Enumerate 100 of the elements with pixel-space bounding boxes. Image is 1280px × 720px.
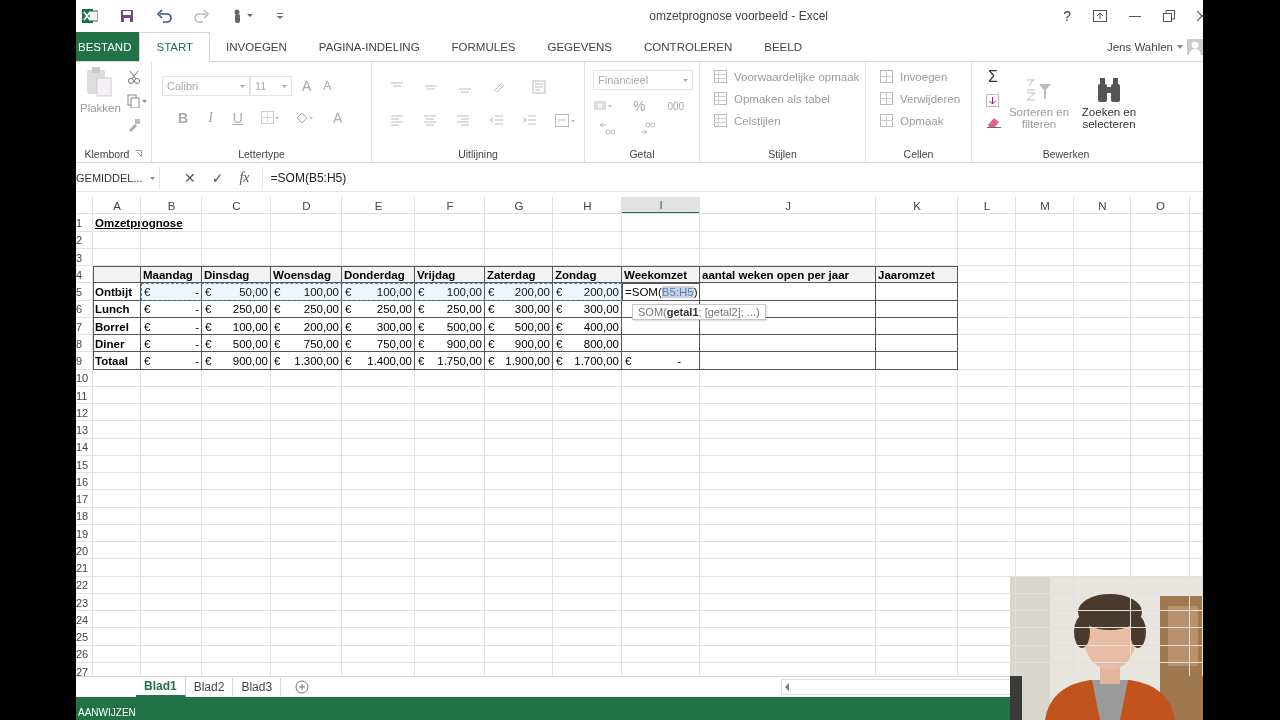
ribbon-tab[interactable]: PAGINA-INDELING (302, 31, 436, 62)
formula-field[interactable]: =SOM(B5:H5) (262, 171, 347, 186)
row-number[interactable]: 24 (76, 611, 93, 629)
row-number[interactable]: 10 (76, 369, 93, 387)
touch-mode-icon[interactable] (232, 7, 254, 24)
close-icon[interactable] (1197, 9, 1203, 22)
increase-indent-icon[interactable] (522, 115, 536, 128)
sheet-tab[interactable]: Blad3 (233, 678, 282, 697)
row-number[interactable]: 26 (76, 645, 93, 663)
row-number[interactable]: 3 (76, 248, 93, 267)
redo-icon[interactable] (194, 8, 210, 23)
add-sheet-icon[interactable] (295, 680, 310, 695)
cell-value: 750,00 (376, 337, 412, 350)
autosum-button[interactable]: Σ (986, 68, 1000, 87)
cell-value: 400,00 (583, 320, 619, 333)
row-number[interactable]: 5 (76, 283, 93, 301)
group-label: Bewerken (1042, 147, 1090, 160)
ribbon-tab[interactable]: GEGEVENS (531, 31, 629, 62)
row-number[interactable]: 27 (76, 662, 93, 677)
row-number[interactable]: 2 (76, 231, 93, 249)
cell-value: 1.400,00 (367, 355, 412, 367)
currency-symbol: € (144, 320, 151, 333)
cell-value: 250,00 (446, 303, 482, 316)
row-number[interactable]: 12 (76, 404, 93, 422)
currency-symbol: € (345, 337, 352, 350)
sheet-tab[interactable]: Blad2 (185, 678, 234, 697)
currency-symbol: € (418, 286, 425, 298)
row-label: Lunch (94, 302, 131, 318)
row-number[interactable]: 25 (76, 628, 93, 646)
currency-symbol: € (274, 286, 281, 298)
row-number[interactable]: 4 (76, 266, 93, 284)
user-name[interactable]: Jens Wahlen (1106, 40, 1173, 53)
row-number[interactable]: 16 (76, 473, 93, 491)
row-number[interactable]: 17 (76, 490, 93, 508)
row-number[interactable]: 6 (76, 300, 93, 318)
cancel-button[interactable]: ✕ (184, 170, 196, 187)
cells-icon (880, 70, 894, 85)
eraser-icon[interactable] (986, 116, 1002, 129)
cell-value: 900,00 (514, 337, 550, 350)
ribbon-display-icon[interactable] (1093, 9, 1107, 22)
row-number[interactable]: 21 (76, 559, 93, 577)
row-number[interactable]: 22 (76, 576, 93, 594)
wrap-text-icon[interactable] (532, 80, 548, 95)
align-right-icon[interactable] (456, 115, 470, 128)
fill-down-icon[interactable] (986, 94, 1000, 109)
row-number[interactable]: 23 (76, 593, 93, 612)
row-label: Ontbijt (94, 285, 134, 300)
row-number[interactable]: 8 (76, 335, 93, 353)
align-left-icon[interactable] (390, 115, 404, 128)
cell-value: 1.900,00 (505, 355, 550, 367)
currency-symbol: € (205, 337, 212, 350)
row-number[interactable]: 19 (76, 524, 93, 543)
name-box[interactable]: GEMIDDEL... (76, 167, 160, 190)
scissors-icon[interactable] (126, 70, 141, 85)
row-number[interactable]: 14 (76, 438, 93, 456)
ribbon-tab[interactable]: START (139, 31, 211, 63)
dropdown-caret-icon (282, 84, 287, 88)
restore-icon[interactable] (1163, 9, 1175, 22)
decrease-indent-icon[interactable] (489, 115, 503, 128)
row-number[interactable]: 9 (76, 352, 93, 370)
cell-editor[interactable]: =SOM(B5:H5) (622, 283, 700, 301)
cell-value: 500,00 (232, 337, 268, 350)
increase-decimal-icon[interactable] (599, 122, 615, 137)
undo-icon[interactable] (156, 8, 172, 23)
enter-button[interactable]: ✓ (211, 170, 224, 187)
row-number[interactable]: 13 (76, 421, 93, 439)
borders-icon[interactable] (260, 111, 279, 126)
row-number[interactable]: 7 (76, 317, 93, 336)
caret-icon[interactable] (1177, 44, 1183, 49)
row-number[interactable]: 11 (76, 386, 93, 405)
save-icon[interactable] (120, 8, 134, 23)
decrease-decimal-icon[interactable] (639, 122, 655, 137)
ribbon-tab[interactable]: BESTAND (76, 31, 140, 62)
align-center-icon[interactable] (423, 115, 437, 128)
row-number[interactable]: 20 (76, 542, 93, 560)
ribbon-tab[interactable]: FORMULES (435, 31, 532, 62)
row-number[interactable]: 18 (76, 507, 93, 525)
currency-symbol: € (488, 303, 495, 316)
currency-symbol: € (418, 303, 425, 316)
fill-color-icon[interactable] (294, 111, 315, 126)
customize-caret-icon[interactable] (276, 11, 284, 20)
merge-cells-icon[interactable] (555, 114, 575, 129)
group-label: Uitlijning (458, 147, 498, 160)
sheet-tab[interactable]: Blad1 (136, 677, 186, 698)
row-number[interactable]: 1 (76, 214, 93, 232)
dialog-launcher-icon[interactable] (135, 150, 143, 158)
currency-symbol: € (556, 320, 563, 333)
row-number[interactable]: 15 (76, 455, 93, 474)
currency-symbol: € (274, 320, 281, 333)
window-title: omzetprognose voorbeeld - Excel (648, 8, 829, 23)
ribbon-tab[interactable]: INVOEGEN (210, 31, 303, 62)
group-label: Getal (629, 147, 655, 160)
cell-value: 300,00 (376, 320, 412, 333)
spreadsheet-logo-icon[interactable] (82, 7, 98, 24)
help-button[interactable]: ? (1063, 7, 1071, 24)
ribbon-tab[interactable]: CONTROLEREN (628, 31, 749, 62)
copy-icon[interactable] (126, 94, 147, 109)
ribbon-tab[interactable]: BEELD (748, 31, 818, 62)
insert-function-button[interactable]: fx (239, 170, 250, 187)
find-select-button[interactable]: Zoeken en selecteren (1076, 68, 1142, 146)
